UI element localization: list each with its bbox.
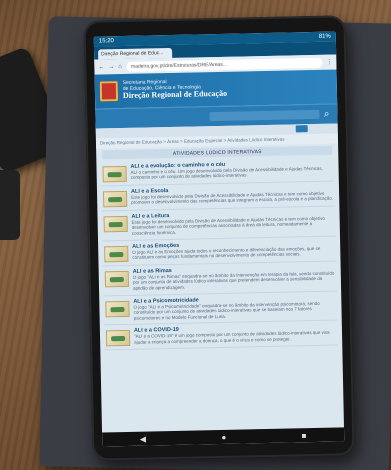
- battery-level: 81%: [318, 33, 331, 40]
- home-icon[interactable]: ⌂: [118, 63, 122, 69]
- browser-tab[interactable]: Direção Regional de Educ...: [98, 47, 173, 60]
- activity-thumbnail[interactable]: [104, 245, 129, 263]
- menu-dots-icon[interactable]: ⋮: [326, 59, 332, 66]
- activity-thumbnail[interactable]: [104, 270, 129, 288]
- item-body: ALI e as Emoções O jogo ALI e as Emoções …: [132, 239, 334, 261]
- item-body: ALI e a COVID-19 "ALI e a COVID-19" é um …: [134, 324, 336, 346]
- list-item[interactable]: ALI e as Rimas O jogo "ALI e as Rimas" en…: [102, 261, 338, 297]
- tablet-device: 15:20 81% Direção Regional de Educ... ← …: [83, 15, 355, 461]
- site-header: Secretaria Regional de Educação, Ciência…: [94, 69, 338, 109]
- item-body: ALI e a Psicomotricidade O jogo "ALI e a …: [133, 294, 335, 321]
- tablet-screen: 15:20 81% Direção Regional de Educ... ← …: [93, 31, 345, 447]
- phone-edge: [0, 170, 20, 240]
- item-body: ALI e a Leitura Este jogo foi desenvolvid…: [131, 209, 333, 236]
- item-description: O jogo "ALI e as Rimas" enquadra-se no â…: [132, 270, 335, 291]
- government-logo: [99, 81, 119, 102]
- list-item[interactable]: ALI e a Leitura Este jogo foi desenvolvid…: [101, 206, 336, 242]
- activity-thumbnail[interactable]: [105, 300, 130, 317]
- item-body: ALI e a Escola Este jogo foi desenvolvido…: [131, 184, 333, 206]
- forward-arrow-icon[interactable]: →: [108, 64, 114, 70]
- list-item[interactable]: ALI e a COVID-19 "ALI e a COVID-19" é um …: [103, 320, 339, 351]
- list-item[interactable]: ALI e a Psicomotricidade O jogo "ALI e a …: [103, 291, 338, 326]
- item-description: O jogo "ALI e a Psicomotricidade" enquad…: [133, 300, 320, 321]
- activity-thumbnail[interactable]: [103, 215, 128, 233]
- item-description: Este jogo foi desenvolvido pela Divisão …: [131, 215, 325, 236]
- home-button-icon[interactable]: ●: [221, 432, 226, 441]
- android-nav-bar: ◀ ● ■: [102, 427, 345, 447]
- activity-thumbnail[interactable]: [102, 190, 128, 208]
- hamburger-menu-icon[interactable]: [295, 125, 308, 133]
- activity-thumbnail[interactable]: [105, 330, 131, 347]
- url-field[interactable]: madeira.gov.pt/dre/Estruturas/DRE/Areas.…: [125, 57, 323, 72]
- item-body: ALI e as Rimas O jogo "ALI e as Rimas" en…: [133, 264, 335, 291]
- activity-list: ALI e a evolução: o caminho e o céu ALI o…: [96, 156, 342, 351]
- status-time: 15:20: [98, 38, 114, 45]
- search-icon[interactable]: ⌕: [324, 109, 330, 120]
- search-input[interactable]: [209, 109, 320, 122]
- site-title: Secretaria Regional de Educação, Ciência…: [123, 79, 227, 101]
- activity-thumbnail[interactable]: [102, 165, 127, 183]
- item-body: ALI e a evolução: o caminho e o céu ALI o…: [130, 159, 332, 181]
- back-arrow-icon[interactable]: ←: [98, 64, 104, 70]
- back-icon[interactable]: ◀: [140, 434, 146, 443]
- recent-apps-icon[interactable]: ■: [301, 431, 306, 440]
